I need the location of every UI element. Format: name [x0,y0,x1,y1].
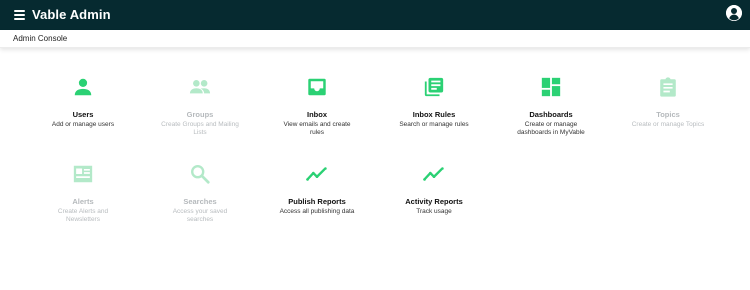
account-icon[interactable] [726,5,742,21]
page-title: Admin Console [13,34,68,43]
search-icon [189,163,211,185]
tile-label: Searches [183,197,217,206]
top-app-bar: Vable Admin [0,0,750,30]
person-icon [72,76,94,98]
tile-label: Inbox Rules [412,110,456,119]
app-title: Vable Admin [32,7,111,22]
tile-description: Search or manage rules [399,121,469,128]
tile-description: Access your saved searches [172,208,228,223]
tile-description: Track usage [416,208,452,215]
tile-label: Inbox [307,110,327,119]
tile-label: Groups [186,110,214,119]
tile-description: Create Alerts and Newsletters [57,208,109,223]
tile-description: Create Groups and Mailing Lists [161,121,239,136]
trending-line-icon [306,163,328,185]
breadcrumb-bar: Admin Console [0,30,750,48]
dashboard-icon [540,76,562,98]
tile-description: Create or manage dashboards in MyVable [517,121,585,136]
tile-label: Alerts [72,197,94,206]
tile-description: View emails and create rules [283,121,351,136]
group-icon [189,76,211,98]
library-books-icon [423,76,445,98]
tile-label: Topics [656,110,680,119]
tile-description: Create or manage Topics [631,121,705,128]
tile-label: Publish Reports [288,197,346,206]
tile-label: Users [72,110,94,119]
clipboard-icon [657,76,679,98]
menu-icon[interactable] [14,10,25,20]
tile-label: Activity Reports [405,197,463,206]
tile-description: Add or manage users [51,121,115,128]
tile-description: Access all publishing data [279,208,355,215]
tile-label: Dashboards [529,110,573,119]
featured-article-icon [72,163,94,185]
trending-line-icon [423,163,445,185]
inbox-icon [306,76,328,98]
